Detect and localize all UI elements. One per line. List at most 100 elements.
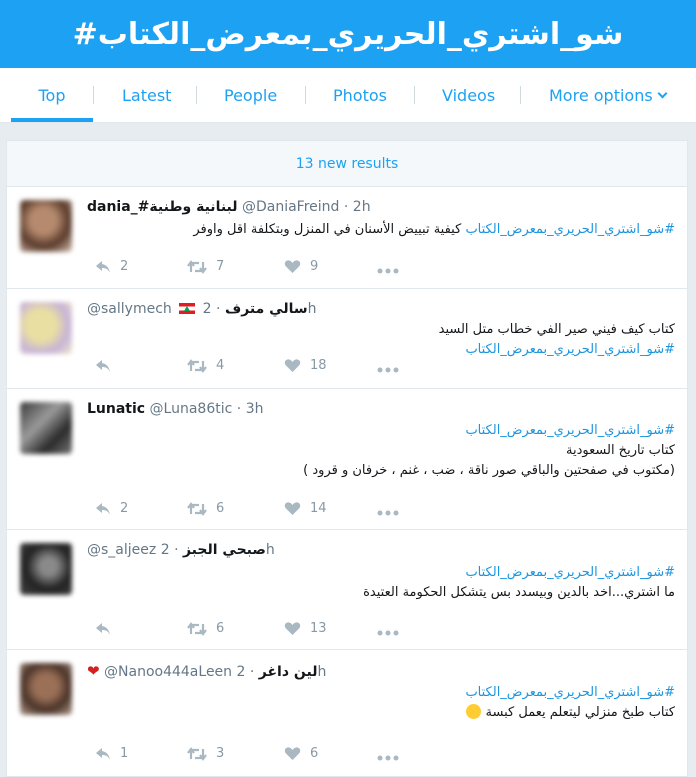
more-button[interactable] [377, 257, 408, 277]
tab-people[interactable]: People [224, 68, 277, 123]
more-button[interactable] [377, 356, 408, 376]
retweet-icon [187, 260, 207, 274]
chevron-down-icon [657, 88, 668, 99]
like-button[interactable]: 6 [284, 744, 318, 764]
banner-title: #شو_اشتري_الحريري_بمعرض_الكتاب [72, 16, 624, 52]
like-count: 6 [310, 746, 319, 761]
reply-icon [96, 748, 110, 760]
reply-icon [96, 503, 110, 515]
tab-photos[interactable]: Photos [333, 68, 387, 123]
hashtag-link[interactable]: #شو_اشتري_الحريري_بمعرض_الكتاب [87, 563, 675, 583]
reply-icon [96, 623, 110, 635]
author-handle[interactable]: @Luna86tic [150, 401, 233, 417]
tweet[interactable]: Lunatic @Luna86tic · 3h #شو_اشتري_الحرير… [7, 389, 687, 530]
new-results-bar[interactable]: 13 new results [7, 141, 687, 187]
more-button[interactable] [377, 619, 408, 639]
grimacing-emoji-icon [466, 704, 482, 719]
tab-divider [305, 86, 306, 104]
avatar[interactable] [20, 302, 72, 354]
author-name[interactable]: سالي مترف [225, 301, 308, 317]
tweet[interactable]: ❤ @Nanoo444aLeen لين داغر · 2h #شو_اشتري… [7, 650, 687, 776]
hashtag-link[interactable]: #شو_اشتري_الحريري_بمعرض_الكتاب [87, 683, 675, 703]
retweet-icon [187, 622, 207, 636]
like-button[interactable]: 9 [284, 257, 318, 277]
author-handle[interactable]: @s_aljeez [87, 542, 156, 558]
tweet-text: #شو_اشتري_الحريري_بمعرض_الكتاب كتاب تاري… [87, 421, 675, 481]
author-name[interactable]: Lunatic [87, 401, 145, 417]
retweet-count: 6 [216, 621, 225, 636]
reply-button[interactable] [95, 356, 120, 376]
avatar[interactable] [20, 543, 72, 595]
separator-dot: · [174, 542, 179, 558]
tweet-time[interactable]: 2h [353, 199, 371, 215]
retweet-button[interactable]: 7 [187, 257, 224, 277]
reply-button[interactable]: 2 [95, 499, 128, 519]
author-handle[interactable]: @DaniaFreind [242, 199, 339, 215]
avatar[interactable] [20, 200, 72, 252]
tweet[interactable]: @s_aljeez صبحي الجبز · 2h #شو_اشتري_الحر… [7, 530, 687, 650]
tweet-text-body: كتاب طبخ منزلي ليتعلم يعمل كبسة [485, 705, 675, 720]
like-count: 18 [310, 358, 327, 373]
separator-dot: · [343, 199, 349, 215]
tab-divider [93, 86, 94, 104]
avatar[interactable] [20, 663, 72, 715]
like-button[interactable]: 18 [284, 356, 327, 376]
hashtag-banner: #شو_اشتري_الحريري_بمعرض_الكتاب [0, 0, 696, 68]
hashtag-link[interactable]: #شو_اشتري_الحريري_بمعرض_الكتاب [465, 222, 675, 237]
tweet-text: #شو_اشتري_الحريري_بمعرض_الكتاب ما اشتري.… [87, 563, 675, 603]
separator-dot: · [249, 664, 255, 680]
tweet-text: #شو_اشتري_الحريري_بمعرض_الكتاب كيفية تبي… [87, 220, 675, 240]
author-handle[interactable]: @Nanoo444aLeen [104, 664, 232, 680]
tweet-header: Lunatic @Luna86tic · 3h [87, 401, 263, 417]
retweet-button[interactable]: 3 [187, 744, 224, 764]
search-timeline: 13 new results dania_#لبنانية وطنية @Dan… [6, 140, 688, 777]
tweet[interactable]: dania_#لبنانية وطنية @DaniaFreind · 2h #… [7, 187, 687, 289]
retweet-count: 4 [216, 358, 225, 373]
tab-latest[interactable]: Latest [122, 68, 171, 123]
more-button[interactable] [377, 744, 408, 764]
like-button[interactable]: 13 [284, 619, 327, 639]
author-handle[interactable]: @sallymech [87, 301, 172, 317]
more-icon [377, 510, 399, 516]
reply-button[interactable]: 1 [95, 744, 128, 764]
like-count: 9 [310, 259, 319, 274]
heart-icon [284, 622, 301, 635]
separator-dot: · [216, 301, 221, 317]
author-name[interactable]: صبحي الجبز [183, 542, 266, 558]
retweet-button[interactable]: 4 [187, 356, 224, 376]
retweet-count: 7 [216, 259, 225, 274]
heart-icon [284, 502, 301, 515]
tab-divider [414, 86, 415, 104]
tweet[interactable]: @sallymech سالي مترف · 2h كتاب كيف فيني … [7, 289, 687, 389]
tab-more-options[interactable]: More options [549, 68, 668, 123]
retweet-button[interactable]: 6 [187, 499, 224, 519]
tweet-header: dania_#لبنانية وطنية @DaniaFreind · 2h [87, 199, 371, 215]
heart-emoji-icon: ❤ [87, 662, 100, 680]
hashtag-link[interactable]: #شو_اشتري_الحريري_بمعرض_الكتاب [87, 421, 675, 441]
retweet-icon [187, 502, 207, 516]
lebanon-flag-icon [179, 303, 196, 314]
tweet-time[interactable]: 3h [246, 401, 264, 417]
reply-button[interactable]: 2 [95, 257, 128, 277]
more-icon [377, 268, 399, 274]
tab-videos[interactable]: Videos [442, 68, 495, 123]
like-button[interactable]: 14 [284, 499, 327, 519]
reply-count: 1 [120, 746, 129, 761]
tab-top[interactable]: Top [11, 68, 93, 122]
heart-icon [284, 260, 301, 273]
tweet-text-line: كتاب تاريخ السعودية [566, 443, 675, 458]
reply-button[interactable] [95, 619, 120, 639]
avatar[interactable] [20, 402, 72, 454]
author-name[interactable]: dania_#لبنانية وطنية [87, 199, 238, 215]
tweet-text: #شو_اشتري_الحريري_بمعرض_الكتاب كتاب طبخ … [87, 683, 675, 723]
tweet-text-line: (مكتوب في صفحتين والباقي صور ناقة ، ضب ،… [303, 463, 675, 478]
retweet-count: 3 [216, 746, 225, 761]
heart-icon [284, 359, 301, 372]
more-button[interactable] [377, 499, 408, 519]
retweet-button[interactable]: 6 [187, 619, 224, 639]
tweet-header: ❤ @Nanoo444aLeen لين داغر · 2h [87, 662, 326, 680]
heart-icon [284, 747, 301, 760]
tweet-text-body: كيفية تبييض الأسنان في المنزل وبتكلفة اق… [193, 222, 462, 237]
tweet-header: @sallymech سالي مترف · 2h [87, 301, 317, 317]
author-name[interactable]: لين داغر [259, 664, 318, 680]
